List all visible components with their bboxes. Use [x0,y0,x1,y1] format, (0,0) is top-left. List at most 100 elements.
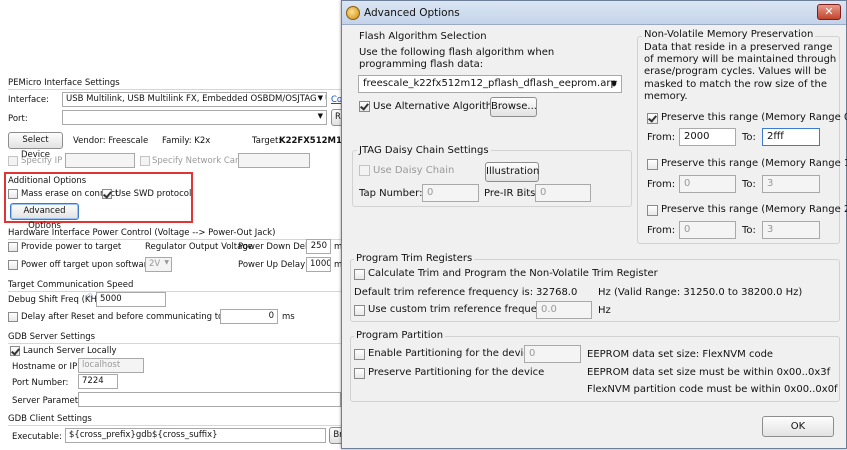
launch-server-checkbox[interactable] [10,346,20,356]
range-2-to-input[interactable]: 3 [762,221,820,239]
browse-button[interactable]: Browse... [490,97,537,117]
port-label: Port: [8,114,28,124]
custom-freq-label: Use custom trim reference frequency: [368,304,558,315]
calc-trim-checkbox[interactable] [354,269,365,280]
mass-erase-checkbox[interactable] [8,189,18,199]
specify-ip-checkbox[interactable] [8,156,18,166]
pre-ir-input[interactable]: 0 [535,184,591,202]
preserve-partition-checkbox[interactable] [354,368,365,379]
hw-power-title: Hardware Interface Power Control (Voltag… [8,228,276,238]
preserve-range-0-checkbox[interactable] [647,113,658,124]
gdb-server-title: GDB Server Settings [8,332,96,342]
freq-valid-range: Hz (Valid Range: 31250.0 to 38200.0 Hz) [598,287,803,298]
flexnvm-rule: FlexNVM partition code must be within 0x… [587,384,838,395]
preserve-range-0-label: Preserve this range (Memory Range 0) [661,112,847,123]
hostname-input[interactable]: localhost [78,358,144,373]
launch-server-label: Launch Server Locally [23,346,117,356]
custom-freq-unit: Hz [598,305,611,316]
dialog-title: Advanced Options [364,7,460,19]
range-0-to-label: To: [742,132,756,143]
illustration-button[interactable]: Illustration [485,162,539,182]
tap-number-label: Tap Number: [359,188,423,199]
enable-partition-label: Enable Partitioning for the device [368,348,535,359]
ok-button[interactable]: OK [762,416,834,437]
advanced-options-button[interactable]: Advanced Options [10,203,79,231]
tap-number-input[interactable]: 0 [422,184,479,202]
target-comm-title: Target Communication Speed [8,280,134,290]
voltage-value: 2V [149,259,161,269]
ip-input[interactable] [65,153,135,168]
range-0-from-label: From: [647,132,676,143]
target-label: Target: [252,136,282,146]
range-1-from-label: From: [647,179,676,190]
enable-partition-checkbox[interactable] [354,349,365,360]
custom-freq-checkbox[interactable] [354,305,365,316]
executable-label: Executable: [12,432,62,442]
chevron-down-icon: ▼ [317,112,323,120]
specify-ip-label: Specify IP [21,156,63,166]
power-down-delay-input[interactable]: 250 [306,239,331,254]
delay-after-reset-checkbox[interactable] [8,312,18,322]
range-0-to-input[interactable]: 2fff [762,128,820,146]
provide-power-label: Provide power to target [21,242,122,252]
app-gear-icon [346,6,360,20]
preserve-range-1-label: Preserve this range (Memory Range 1) [661,158,847,169]
calc-trim-label: Calculate Trim and Program the Non-Volat… [368,268,658,279]
use-daisy-checkbox[interactable] [359,165,370,176]
interface-select[interactable]: USB Multilink, USB Multilink FX, Embedde… [62,92,327,107]
chevron-down-icon: ▼ [164,259,169,266]
use-alternative-label: Use Alternative Algorithm [373,101,502,112]
nvm-title: Non-Volatile Memory Preservation [642,29,816,40]
select-device-button[interactable]: Select Device [8,132,63,160]
preserve-range-1-checkbox[interactable] [647,159,658,170]
jtag-title: JTAG Daisy Chain Settings [357,145,491,156]
voltage-select[interactable]: 2V ▼ [145,257,172,272]
hostname-label: Hostname or IP: [12,362,81,372]
provide-power-checkbox[interactable] [8,242,18,252]
eeprom-size-label: EEPROM data set size: FlexNVM code [587,349,774,360]
executable-input[interactable]: ${cross_prefix}gdb${cross_suffix} [65,428,326,443]
close-button[interactable]: ✕ [817,4,841,20]
pre-ir-label: Pre-IR Bits: [484,188,539,199]
power-up-delay-input[interactable]: 1000 [306,257,331,272]
vendor-label: Vendor: Freescale [73,136,149,146]
network-card-ip-input[interactable] [238,153,310,168]
port-number-label: Port Number: [12,378,69,388]
use-swd-checkbox[interactable] [102,189,112,199]
close-icon: ✕ [824,5,834,18]
power-up-delay-label: Power Up Delay [238,260,306,270]
use-daisy-label: Use Daisy Chain [373,165,455,176]
specify-network-card-ip-checkbox[interactable] [140,156,150,166]
regulator-output-label: Regulator Output Voltage [145,242,253,252]
delay-after-reset-unit: ms [282,312,295,322]
dialog-titlebar[interactable]: Advanced Options ✕ [342,1,846,25]
port-select[interactable]: ▼ [62,110,327,125]
range-0-from-input[interactable]: 2000 [679,128,736,146]
range-2-from-input[interactable]: 0 [679,221,736,239]
server-params-input[interactable] [78,392,341,407]
flash-algorithm-value: freescale_k22fx512m12_pflash_dflash_eepr… [363,78,617,89]
delay-after-reset-input[interactable]: 0 [220,309,278,324]
info-icon: ⓘ [87,294,94,301]
partition-title: Program Partition [354,330,446,341]
debug-shift-input[interactable]: 5000 [96,292,166,307]
interface-settings-title: PEMicro Interface Settings [8,78,120,88]
use-alternative-checkbox[interactable] [359,101,370,112]
preserve-range-2-label: Preserve this range (Memory Range 2) [661,204,847,215]
chevron-down-icon: ▼ [317,94,323,102]
advanced-options-dialog: Advanced Options ✕ Flash Algorithm Selec… [341,0,847,449]
interface-select-value: USB Multilink, USB Multilink FX, Embedde… [66,94,326,104]
partition-value-input[interactable]: 0 [524,345,581,363]
range-1-to-input[interactable]: 3 [762,175,820,193]
range-2-from-label: From: [647,225,676,236]
family-label: Family: K2x [162,136,211,146]
range-1-from-input[interactable]: 0 [679,175,736,193]
port-number-input[interactable]: 7224 [78,374,118,389]
chevron-down-icon: ▼ [610,79,617,88]
flash-algorithm-select[interactable]: freescale_k22fx512m12_pflash_dflash_eepr… [358,75,622,93]
preserve-range-2-checkbox[interactable] [647,205,658,216]
custom-freq-input[interactable]: 0.0 [536,301,592,319]
power-off-checkbox[interactable] [8,260,18,270]
target-value: K22FX512M12 [279,136,348,146]
flash-algorithm-desc: Use the following flash algorithm when p… [359,47,555,70]
